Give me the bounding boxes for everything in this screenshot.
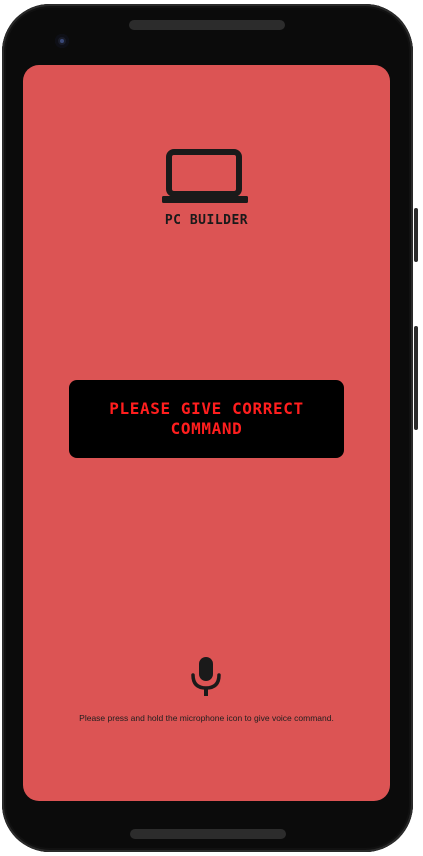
- volume-button: [414, 326, 418, 430]
- earpiece-speaker: [129, 20, 285, 30]
- laptop-icon: [162, 149, 248, 203]
- command-message-box: PLEASE GIVE CORRECT COMMAND: [69, 380, 344, 458]
- command-message-text: PLEASE GIVE CORRECT COMMAND: [109, 399, 304, 438]
- voice-hint-text: Please press and hold the microphone ico…: [79, 713, 334, 723]
- phone-frame: PC BUILDER PLEASE GIVE CORRECT COMMAND P…: [0, 0, 423, 856]
- microphone-icon[interactable]: [188, 655, 224, 697]
- bottom-speaker: [130, 829, 286, 839]
- app-title: PC BUILDER: [164, 213, 249, 228]
- app-screen: PC BUILDER PLEASE GIVE CORRECT COMMAND P…: [23, 65, 390, 801]
- front-camera: [55, 34, 69, 48]
- power-button: [414, 208, 418, 262]
